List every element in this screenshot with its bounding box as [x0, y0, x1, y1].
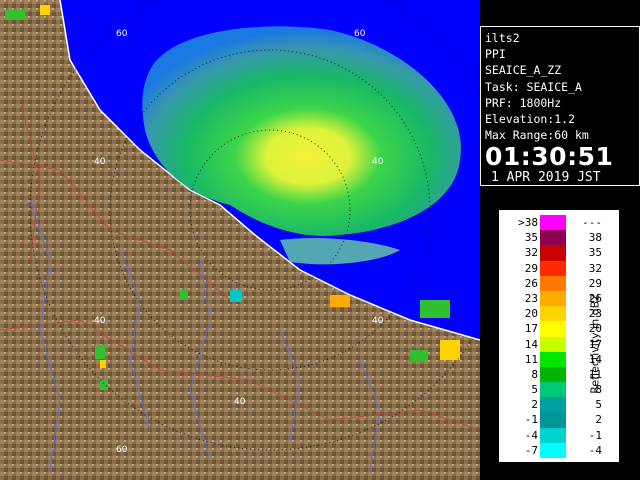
color-swatch	[540, 412, 566, 428]
scale-high-value: ---	[582, 216, 602, 229]
scale-low-value: 5	[531, 383, 538, 397]
scan-date: 1 APR 2019 JST	[491, 170, 635, 187]
color-swatch	[540, 306, 566, 322]
color-swatch	[540, 275, 566, 291]
color-swatch	[540, 245, 566, 261]
color-swatch	[540, 427, 566, 443]
ring-label: 40	[372, 316, 384, 326]
scale-low-value: -4	[524, 428, 538, 442]
color-swatch	[540, 351, 566, 367]
scale-high-value: 32	[588, 261, 602, 275]
unit-label: Reflectivity in dBZ	[588, 293, 602, 394]
scale-low-value: 32	[524, 246, 538, 260]
scale-low-value: 17	[524, 322, 538, 336]
scan-time: 01:30:51	[485, 142, 614, 172]
color-swatch	[540, 366, 566, 383]
scale-low-value: 11	[524, 352, 538, 366]
scale-row: -7 -4	[502, 442, 614, 458]
color-scale-legend: >38 --- 35 38 32 35 29 32 26 29 23 26 20 23 17 20 14 17 11…	[499, 210, 619, 462]
scale-low-value: 23	[524, 291, 538, 305]
ring-label: 60	[354, 29, 366, 39]
site-name: ilts2	[485, 31, 520, 45]
scale-high-value: 2	[595, 413, 602, 427]
scale-row: 32 35	[502, 245, 614, 261]
scale-row: >38 ---	[502, 215, 614, 231]
scale-low-value: 2	[531, 398, 538, 412]
ring-label: 60	[116, 29, 128, 39]
scale-high-value: -1	[588, 428, 602, 442]
elevation-value: Elevation:1.2	[485, 112, 576, 127]
color-swatch	[540, 290, 566, 307]
ring-label: 40	[94, 316, 106, 326]
scale-low-value: 35	[524, 231, 538, 245]
product-name: SEAICE_A_ZZ	[485, 63, 562, 78]
color-swatch	[540, 260, 566, 276]
scan-type: PPI	[485, 47, 506, 62]
scale-low-value: -7	[524, 443, 538, 457]
scan-info-box: ilts2 PPI SEAICE_A_ZZ Task: SEAICE_A PRF…	[480, 26, 640, 187]
ring-label: 40	[372, 157, 384, 167]
task-name: Task: SEAICE_A	[485, 79, 582, 94]
scale-low-value: 14	[524, 337, 538, 351]
scale-high-value: 38	[588, 231, 602, 245]
color-swatch	[540, 321, 566, 337]
scale-row: 35 38	[502, 230, 614, 246]
scale-high-value: -4	[588, 443, 602, 457]
ring-label: 60	[116, 445, 128, 455]
prf-value: PRF: 1800Hz	[485, 95, 562, 110]
scale-row: -4 -1	[502, 427, 614, 443]
color-swatch	[540, 442, 566, 458]
scale-low-value: -1	[524, 413, 538, 427]
scale-row: -1 2	[502, 412, 614, 428]
ring-label: 40	[94, 157, 106, 167]
ring-label: 40	[234, 397, 246, 407]
scale-low-value: 20	[524, 307, 538, 321]
color-swatch	[540, 215, 566, 231]
max-range-value: Max Range:60 km	[485, 128, 589, 143]
scale-low-value: 29	[524, 261, 538, 275]
color-swatch	[540, 336, 566, 352]
color-swatch	[540, 382, 566, 398]
color-swatch	[540, 397, 566, 413]
radar-ppi-map: 60 60 40 40 40 40 40 60	[0, 0, 480, 480]
scale-low-value: 26	[524, 276, 538, 290]
scale-row: 29 32	[502, 260, 614, 276]
scale-low-value: 8	[531, 367, 538, 381]
scale-low-value: >38	[518, 216, 538, 229]
color-swatch	[540, 230, 566, 246]
scale-high-value: 35	[588, 246, 602, 260]
